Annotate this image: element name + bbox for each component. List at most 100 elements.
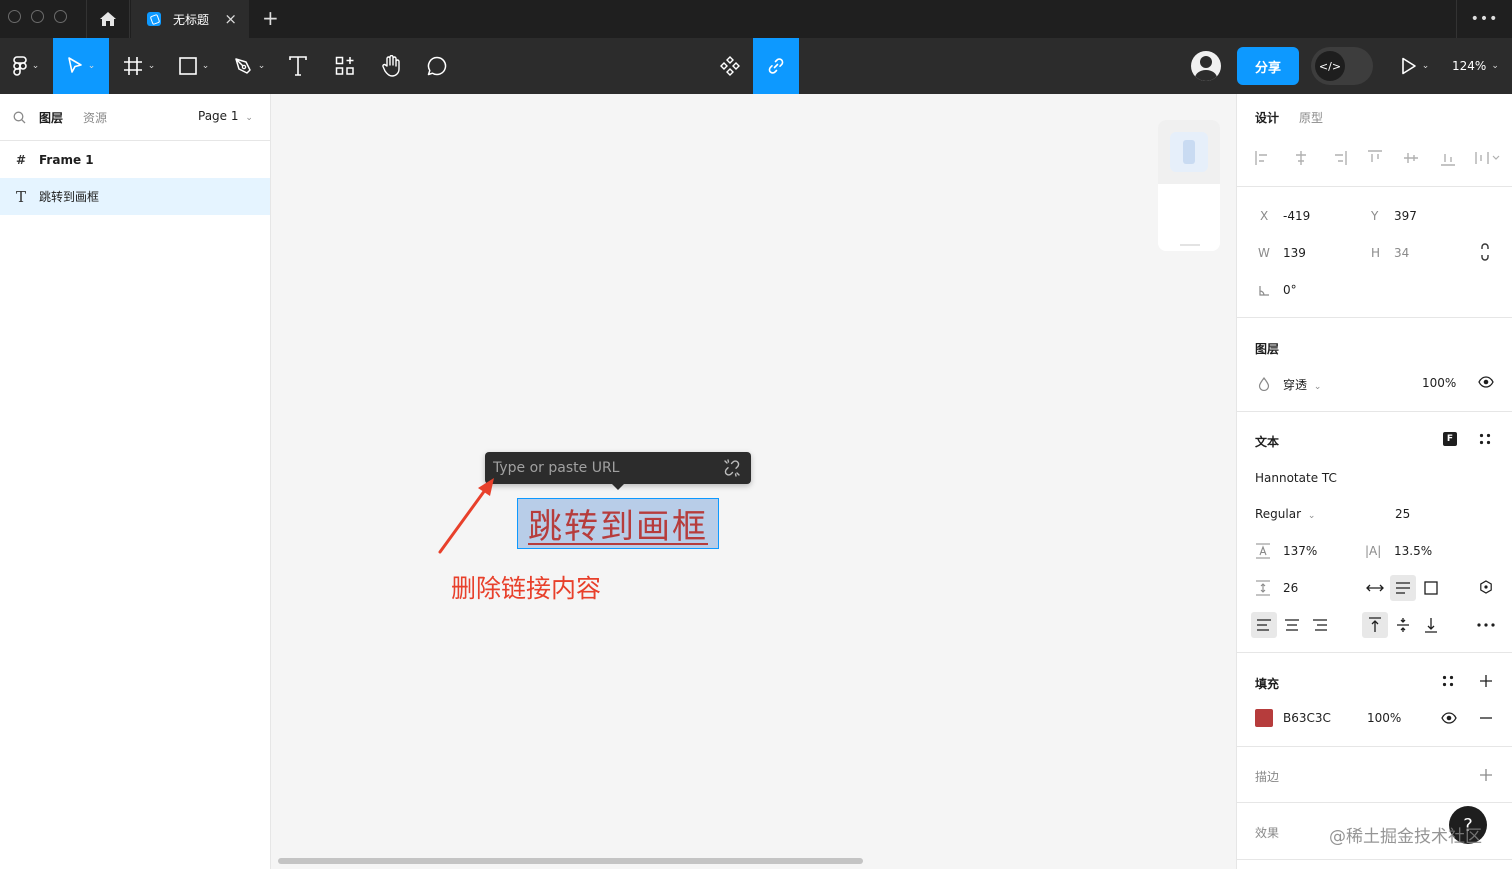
- page-selector[interactable]: Page 1 ⌄: [198, 109, 253, 123]
- distribute-icon[interactable]: [1475, 150, 1501, 166]
- frame-tool-button[interactable]: ⌄: [115, 38, 163, 94]
- home-tab[interactable]: [86, 0, 130, 38]
- home-icon: [100, 12, 116, 26]
- tab-prototype[interactable]: 原型: [1299, 109, 1323, 126]
- font-family-dropdown[interactable]: Hannotate TC: [1255, 471, 1337, 485]
- new-tab-icon[interactable]: +: [262, 6, 279, 30]
- components-grid-icon: [335, 56, 354, 75]
- chevron-down-icon: ⌄: [1307, 511, 1316, 521]
- pen-tool-button[interactable]: ⌄: [226, 38, 272, 94]
- resources-tool-button[interactable]: [326, 38, 364, 94]
- text-tool-button[interactable]: [280, 38, 316, 94]
- vertical-align-middle-icon: [1397, 618, 1409, 632]
- close-tab-icon[interactable]: ×: [224, 10, 237, 28]
- align-vertical-center-icon[interactable]: [1403, 150, 1419, 166]
- vertical-align-middle-button[interactable]: [1390, 612, 1416, 638]
- shape-tool-button[interactable]: ⌄: [171, 38, 217, 94]
- fixed-size-button[interactable]: [1418, 575, 1444, 601]
- text-align-center-button[interactable]: [1279, 612, 1305, 638]
- dev-mode-toggle[interactable]: </>: [1311, 47, 1373, 85]
- horizontal-scrollbar[interactable]: [278, 858, 863, 864]
- cursor-icon: [67, 57, 82, 73]
- remove-fill-icon[interactable]: [1479, 717, 1493, 719]
- y-field[interactable]: 397: [1394, 209, 1417, 223]
- auto-width-button[interactable]: [1362, 575, 1388, 601]
- add-stroke-icon[interactable]: [1479, 768, 1493, 782]
- layer-opacity-field[interactable]: 100%: [1422, 376, 1456, 390]
- zoom-menu[interactable]: 124% ⌄: [1452, 38, 1499, 94]
- x-label: X: [1260, 209, 1269, 223]
- paragraph-spacing-field[interactable]: 26: [1283, 581, 1298, 595]
- align-left-icon[interactable]: [1255, 150, 1271, 166]
- align-horizontal-center-icon[interactable]: [1293, 150, 1309, 166]
- rotation-field[interactable]: 0°: [1283, 283, 1297, 297]
- window-close-control[interactable]: [8, 10, 21, 23]
- text-icon: [289, 56, 307, 76]
- layer-section-title: 图层: [1255, 342, 1280, 356]
- present-button[interactable]: ⌄: [1392, 38, 1438, 94]
- fill-hex-field[interactable]: B63C3C: [1283, 711, 1331, 725]
- vertical-align-bottom-button[interactable]: [1418, 612, 1444, 638]
- minimap[interactable]: [1158, 120, 1220, 251]
- align-right-icon[interactable]: [1331, 150, 1347, 166]
- share-button[interactable]: 分享: [1237, 47, 1299, 85]
- eye-icon[interactable]: [1478, 376, 1494, 388]
- layer-row-frame[interactable]: # Frame 1: [0, 141, 270, 178]
- more-options-icon[interactable]: •••: [1456, 0, 1512, 38]
- geometry-section: X -419 Y 397 W 139 H 34 0°: [1237, 188, 1512, 318]
- layer-row-text[interactable]: T 跳转到画框: [0, 178, 270, 215]
- auto-width-icon: [1366, 584, 1384, 592]
- auto-height-button[interactable]: [1390, 575, 1416, 601]
- chevron-down-icon: ⌄: [147, 61, 156, 71]
- link-button[interactable]: [753, 38, 799, 94]
- annotation-arrow: [438, 478, 494, 554]
- search-icon[interactable]: [13, 111, 26, 124]
- blend-mode-dropdown[interactable]: 穿透 ⌄: [1283, 376, 1321, 393]
- comment-tool-button[interactable]: [418, 38, 456, 94]
- tab-layers[interactable]: 图层: [39, 109, 63, 126]
- styles-grid-icon[interactable]: [1479, 433, 1491, 445]
- add-fill-icon[interactable]: [1479, 674, 1493, 688]
- link-url-popup: [485, 452, 751, 490]
- letter-spacing-field[interactable]: 13.5%: [1394, 544, 1432, 558]
- component-button[interactable]: [710, 38, 750, 94]
- font-size-field[interactable]: 25: [1395, 507, 1410, 521]
- text-settings-icon[interactable]: [1479, 580, 1493, 594]
- selected-text-layer[interactable]: 跳转到画框: [517, 498, 719, 549]
- tab-assets[interactable]: 资源: [83, 109, 107, 126]
- align-bottom-icon[interactable]: [1440, 150, 1456, 166]
- text-align-right-button[interactable]: [1307, 612, 1333, 638]
- text-section-title: 文本: [1255, 435, 1280, 449]
- layer-name: 跳转到画框: [39, 190, 100, 204]
- stroke-section: 描边: [1237, 748, 1512, 803]
- eye-icon[interactable]: [1441, 712, 1457, 724]
- fill-color-swatch[interactable]: [1255, 709, 1273, 727]
- constrain-proportions-icon[interactable]: [1480, 243, 1490, 261]
- canvas[interactable]: 跳转到画框 删除链接内容: [272, 94, 1236, 869]
- text-section: 文本 F Hannotate TC Regular ⌄ 25 137% |A| …: [1237, 413, 1512, 653]
- file-tab[interactable]: 无标题 ×: [131, 0, 249, 38]
- window-minimize-control[interactable]: [31, 10, 44, 23]
- tab-design[interactable]: 设计: [1255, 109, 1279, 126]
- styles-grid-icon[interactable]: [1442, 675, 1454, 687]
- user-avatar[interactable]: [1191, 51, 1221, 81]
- align-top-icon[interactable]: [1367, 150, 1383, 166]
- line-height-field[interactable]: 137%: [1283, 544, 1317, 558]
- hand-tool-button[interactable]: [372, 38, 410, 94]
- url-input[interactable]: [493, 456, 713, 480]
- text-align-center-icon: [1285, 619, 1299, 631]
- main-menu-button[interactable]: ⌄: [0, 38, 52, 94]
- font-style-dropdown[interactable]: Regular ⌄: [1255, 507, 1315, 521]
- layers-panel: 图层 资源 Page 1 ⌄ # Frame 1 T 跳转到画框: [0, 94, 271, 869]
- w-field[interactable]: 139: [1283, 246, 1306, 260]
- x-field[interactable]: -419: [1283, 209, 1310, 223]
- more-options-icon[interactable]: [1477, 623, 1495, 627]
- move-tool-button[interactable]: ⌄: [53, 38, 109, 94]
- vertical-align-top-button[interactable]: [1362, 612, 1388, 638]
- window-zoom-control[interactable]: [54, 10, 67, 23]
- text-style-icon[interactable]: F: [1443, 432, 1457, 446]
- fill-opacity-field[interactable]: 100%: [1367, 711, 1401, 725]
- unlink-icon[interactable]: [723, 459, 741, 477]
- h-field[interactable]: 34: [1394, 246, 1409, 260]
- text-align-left-button[interactable]: [1251, 612, 1277, 638]
